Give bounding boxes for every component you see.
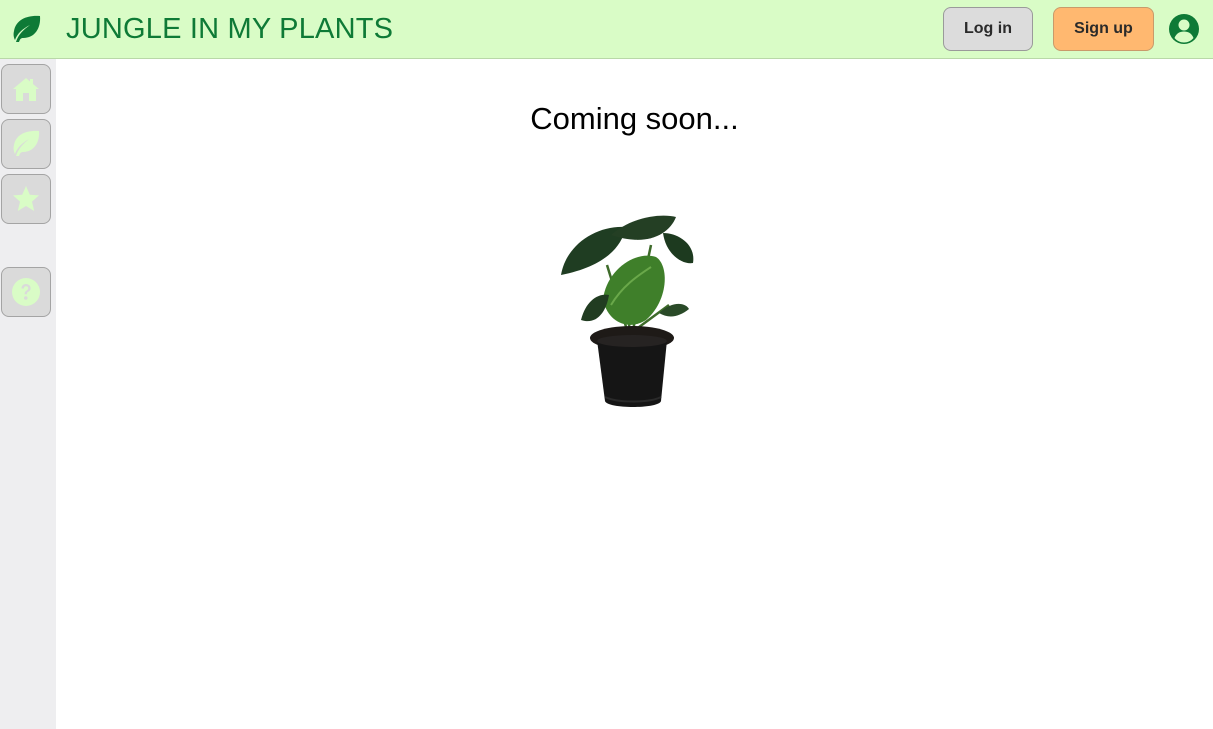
leaf-icon[interactable] [10,14,43,44]
app-title[interactable]: JUNGLE IN MY PLANTS [66,11,393,47]
sidebar-item-home[interactable] [1,64,51,114]
home-icon [13,78,39,101]
sign-up-button[interactable]: Sign up [1053,7,1154,51]
log-in-button[interactable]: Log in [943,7,1033,51]
user-circle-icon[interactable] [1168,13,1200,45]
sidebar-item-favorites[interactable] [1,174,51,224]
sidebar-item-help[interactable] [1,267,51,317]
star-icon [13,186,39,211]
page-heading: Coming soon... [530,101,739,136]
question-circle-icon [12,278,40,306]
top-bar: JUNGLE IN MY PLANTS Log in Sign up [0,0,1213,59]
sidebar-item-plants[interactable] [1,119,51,169]
sidebar [0,59,56,729]
potted-plant-image [561,215,694,407]
leaf-icon [13,130,40,156]
